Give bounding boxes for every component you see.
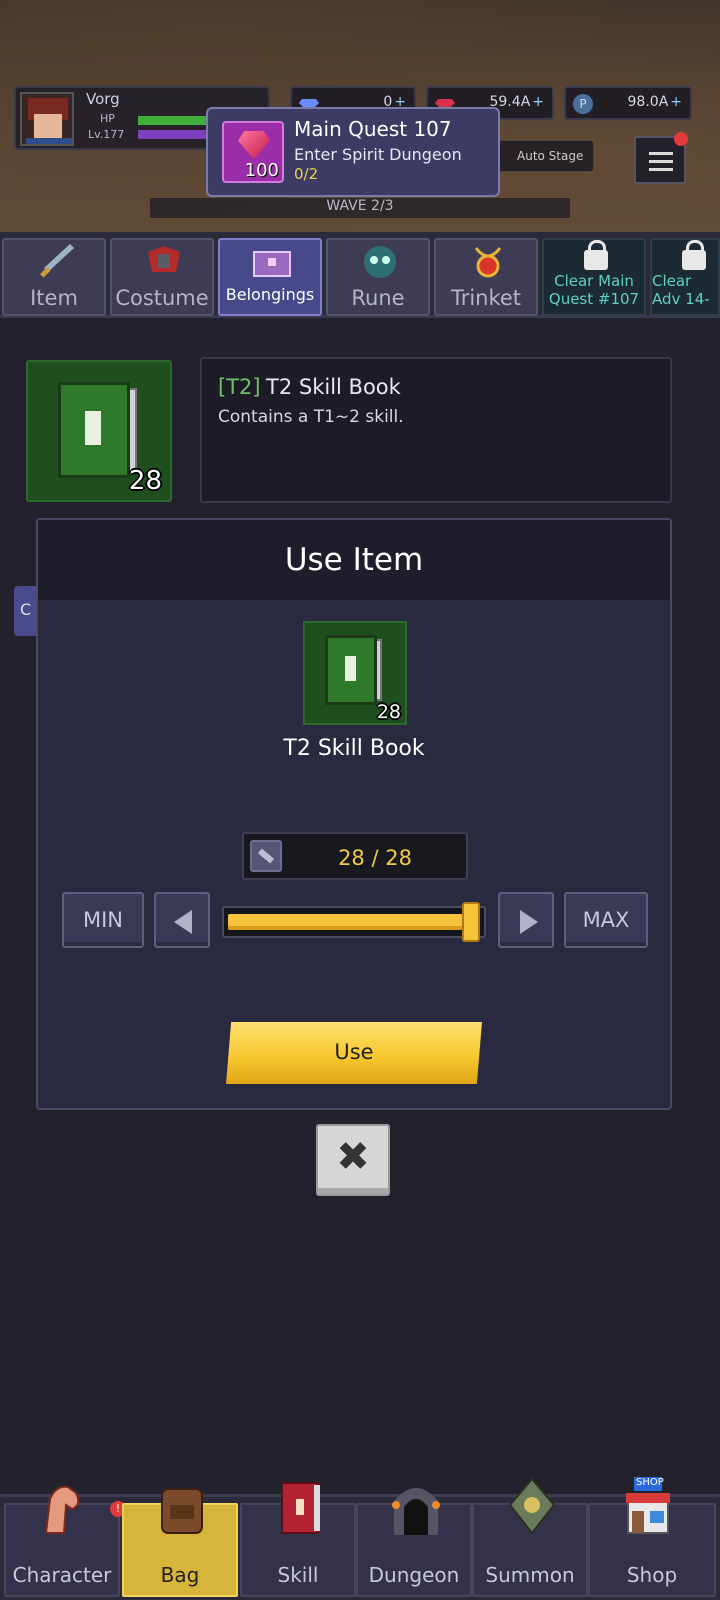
bottom-navigation: ! Character Bag Skill Dungeon Summon SHO… [0,1477,720,1600]
quest-description: Enter Spirit Dungeon [294,145,462,164]
quest-progress: 0/2 [294,165,319,183]
rune-icon [364,246,396,278]
slider-handle[interactable] [462,902,480,942]
quest-reward-gem-icon: 100 [222,121,284,183]
dialog-title: Use Item [284,542,424,578]
nav-character[interactable]: ! Character [4,1485,126,1597]
decrease-button[interactable] [154,892,210,948]
sword-icon [40,244,74,278]
tab-trinket-label: Trinket [450,286,522,310]
skill-book-icon [281,1482,320,1534]
tab-belongings-label: Belongings [225,285,315,304]
skill-book-icon [58,382,138,478]
nav-dungeon[interactable]: Dungeon [356,1488,472,1597]
tab-trinket[interactable]: Trinket [434,238,538,316]
quantity-display: 28 / 28 [242,832,468,880]
player-level: Lv.177 [88,128,125,141]
main-quest-popup[interactable]: 100 Main Quest 107 Enter Spirit Dungeon … [206,107,500,197]
slider-fill [228,914,470,930]
alert-dot [674,132,688,146]
amulet-icon [474,247,502,278]
nav-skill[interactable]: Skill [240,1482,356,1597]
lock-icon [584,240,608,270]
item-description-panel: [T2] T2 Skill Book Contains a T1~2 skill… [200,357,672,503]
item-tier-tag: [T2] [218,375,261,399]
backpack-icon [161,1488,203,1534]
tab-item-label: Item [30,286,78,310]
quantity-slider[interactable] [222,902,486,942]
tab-locked-adventure-label: Clear Adv 14- [652,272,710,308]
gold-value: 98.0A [627,94,669,110]
use-item-dialog: Use Item 28 T2 Skill Book 28 / 28 MIN MA… [36,518,672,1110]
player-name: Vorg [86,90,120,108]
armor-icon [148,246,180,272]
tab-rune[interactable]: Rune [326,238,430,316]
max-button[interactable]: MAX [564,892,648,948]
dialog-item-slot: 28 [303,621,407,725]
quantity-value: 28 / 28 [338,846,412,870]
arrow-left-icon [174,910,192,934]
shop-badge: SHOP [636,1477,664,1488]
hp-label: HP [100,112,115,125]
dialog-header: Use Item [38,520,670,600]
tab-costume-label: Costume [115,286,209,310]
nav-summon-label: Summon [485,1563,575,1587]
close-icon: ✖ [336,1134,370,1180]
auto-stage-button[interactable]: Auto Stage [498,140,594,172]
selected-item-slot[interactable]: 28 [26,360,172,502]
arrow-right-icon [520,910,538,934]
nav-bag-label: Bag [160,1563,200,1587]
nav-skill-label: Skill [277,1563,319,1587]
menu-button[interactable] [634,132,688,184]
nav-bag[interactable]: Bag [122,1488,238,1597]
nav-shop[interactable]: SHOP Shop [588,1477,716,1597]
lock-icon [682,240,706,270]
use-button[interactable]: Use [226,1022,482,1084]
side-tab-button[interactable]: C [14,586,38,636]
tab-locked-main-quest-label: Clear Main Quest #107 [548,272,640,308]
tab-locked-main-quest[interactable]: Clear Main Quest #107 [542,238,646,316]
wave-indicator: WAVE 2/3 [150,198,570,218]
nav-dungeon-label: Dungeon [368,1563,460,1587]
dungeon-gate-icon [392,1488,440,1535]
dialog-item-name: T2 Skill Book [283,736,425,761]
avatar [20,92,74,146]
item-name: T2 Skill Book [266,375,401,399]
muscle-arm-icon [44,1485,80,1534]
summon-icon [508,1477,556,1535]
tab-item[interactable]: Item [2,238,106,316]
selected-item-count: 28 [128,466,162,496]
category-tabs: Item Costume Belongings Rune Trinket Cle… [0,232,720,318]
item-description: Contains a T1~2 skill. [218,407,404,427]
tab-locked-adventure[interactable]: Clear Adv 14- [650,238,720,316]
tab-belongings[interactable]: Belongings [218,238,322,316]
tab-rune-label: Rune [351,286,405,310]
dialog-item-count: 28 [376,701,401,723]
gold-currency[interactable]: P 98.0A + [564,86,692,120]
svg-text:P: P [579,97,586,111]
quest-title: Main Quest 107 [294,117,452,141]
close-button[interactable]: ✖ [316,1124,390,1196]
treasure-chest-icon [253,251,291,277]
increase-button[interactable] [498,892,554,948]
min-button[interactable]: MIN [62,892,144,948]
game-scene: Vorg HP Lv.177 0 + 59.4A + P 98.0A + Auto S… [0,0,720,240]
nav-summon[interactable]: Summon [472,1477,588,1597]
skill-book-icon [325,635,383,705]
nav-shop-label: Shop [626,1563,678,1587]
pencil-icon[interactable] [250,840,282,872]
quest-reward-count: 100 [244,160,279,181]
gold-coin-icon: P [573,94,593,114]
nav-character-label: Character [12,1563,112,1587]
tab-costume[interactable]: Costume [110,238,214,316]
